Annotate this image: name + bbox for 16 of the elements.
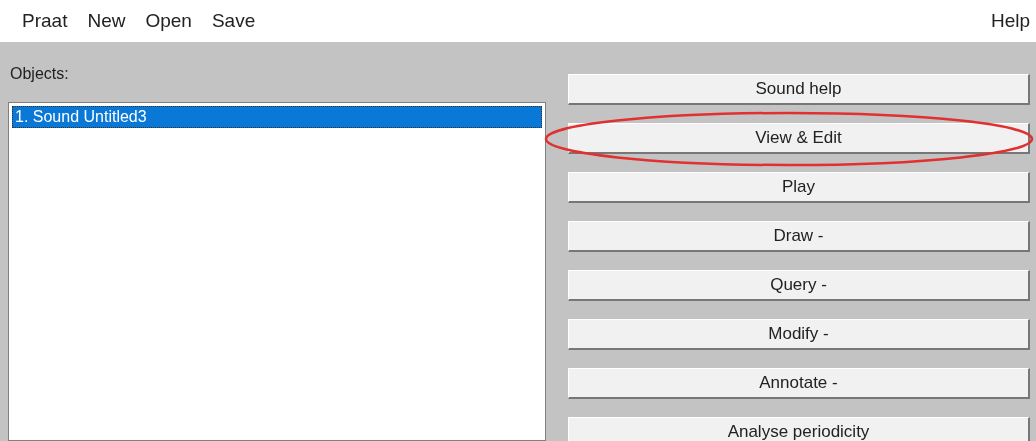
menu-item[interactable]: Open: [145, 6, 192, 36]
action-button[interactable]: Annotate -: [568, 368, 1030, 399]
action-button[interactable]: Query -: [568, 270, 1030, 301]
menu-item[interactable]: New: [87, 6, 126, 36]
list-item[interactable]: 1. Sound Untitled3: [12, 106, 542, 128]
action-button[interactable]: Draw -: [568, 221, 1030, 252]
menu-item[interactable]: Save: [211, 6, 256, 36]
action-button[interactable]: Sound help: [568, 74, 1030, 105]
objects-label: Objects:: [10, 64, 70, 84]
help-menu[interactable]: Help: [990, 6, 1030, 36]
action-button[interactable]: Modify -: [568, 319, 1030, 350]
action-button[interactable]: Analyse periodicity: [568, 417, 1030, 441]
action-button[interactable]: Play: [568, 172, 1030, 203]
menu-item[interactable]: Praat: [22, 6, 68, 36]
objects-list[interactable]: 1. Sound Untitled3: [8, 102, 546, 441]
action-button[interactable]: View & Edit: [568, 123, 1030, 154]
